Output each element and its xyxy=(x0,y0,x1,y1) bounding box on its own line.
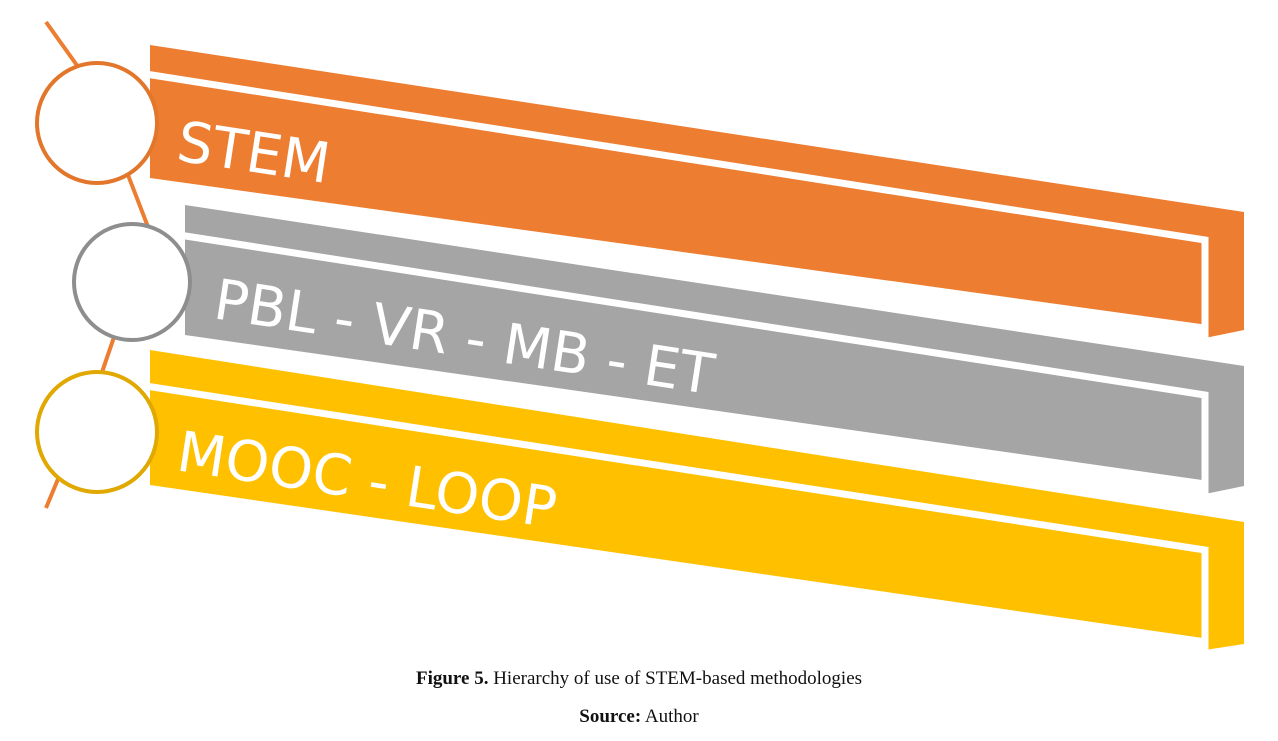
figure-title: Hierarchy of use of STEM-based methodolo… xyxy=(488,668,863,689)
source-value: Author xyxy=(641,706,699,727)
hierarchy-diagram: STEM PBL - VR - MB - ET MOOC - LOOP xyxy=(35,20,1244,650)
bullet-circle-mooc xyxy=(35,370,159,494)
bullet-circle-pbl xyxy=(72,222,192,342)
figure-caption: Figure 5. Hierarchy of use of STEM-based… xyxy=(0,668,1278,690)
figure-number: Figure 5. xyxy=(415,668,489,689)
source-caption: Source: Author xyxy=(0,706,1278,728)
bullet-circle-stem xyxy=(35,61,159,185)
source-label: Source: xyxy=(579,706,642,727)
